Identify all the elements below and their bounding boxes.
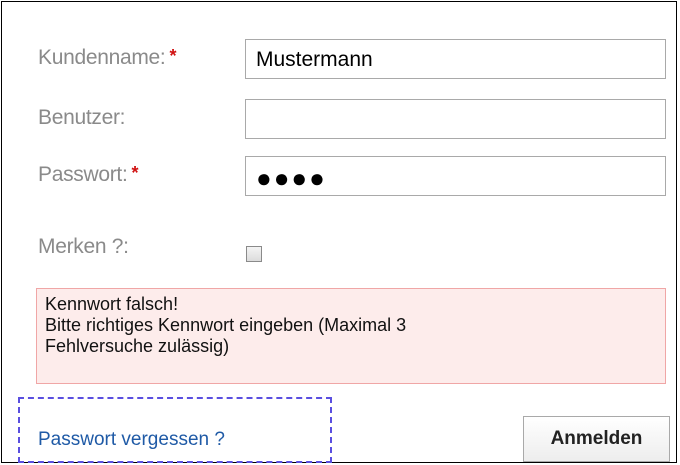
password-field[interactable]: ●●●● [245, 156, 666, 196]
error-detail-line2: Fehlversuche zulässig) [45, 336, 230, 356]
required-marker: * [169, 46, 177, 66]
remember-checkbox[interactable] [246, 246, 262, 262]
user-label: Benutzer: [38, 106, 126, 129]
customer-name-field[interactable]: Mustermann [245, 39, 666, 79]
password-label-text: Passwort: [38, 163, 128, 186]
error-title: Kennwort falsch! [45, 294, 179, 314]
user-field[interactable] [245, 99, 666, 139]
login-form: Kundenname: * Mustermann Benutzer: Passwo… [1, 1, 677, 463]
error-message-box: Kennwort falsch! Bitte richtiges Kennwor… [36, 288, 666, 384]
error-detail-line1: Bitte richtiges Kennwort eingeben (Maxim… [45, 315, 407, 335]
required-marker: * [131, 163, 139, 183]
password-mask: ●●●● [256, 163, 327, 193]
forgot-password-link[interactable]: Passwort vergessen ? [38, 429, 225, 451]
remember-label: Merken ?: [38, 235, 129, 258]
customer-name-label: Kundenname: * [38, 46, 176, 70]
password-label: Passwort: * [38, 163, 139, 187]
customer-name-value: Mustermann [256, 48, 373, 71]
customer-name-label-text: Kundenname: [38, 46, 166, 69]
login-button[interactable]: Anmelden [523, 416, 670, 462]
forgot-password-focus-outline: Passwort vergessen ? [18, 397, 332, 463]
